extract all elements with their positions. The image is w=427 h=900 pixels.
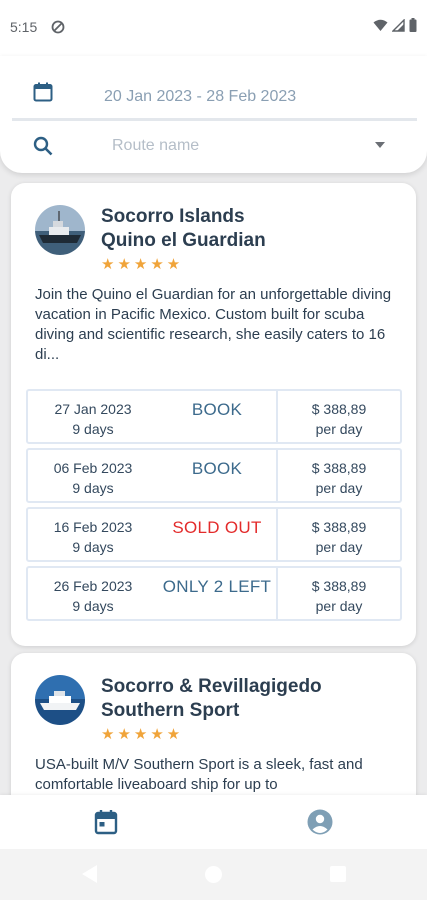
trip-title-line: Quino el Guardian	[101, 230, 266, 251]
price: $ 388,89	[311, 401, 367, 417]
star-rating: ★★★★★	[101, 256, 184, 273]
price: $ 388,89	[311, 578, 367, 594]
departure-date-cell: 16 Feb 2023 9 days	[28, 517, 158, 557]
departure-duration: 9 days	[72, 480, 114, 496]
departure-date: 26 Feb 2023	[53, 578, 133, 594]
price-cell: $ 388,89 per day	[276, 568, 400, 619]
status-time: 5:15	[10, 19, 38, 35]
search-divider	[12, 118, 417, 121]
battery-icon	[409, 18, 417, 32]
departure-date: 27 Jan 2023	[54, 401, 132, 417]
price: $ 388,89	[311, 519, 367, 535]
dnd-icon	[51, 20, 65, 34]
trip-title: Socorro Islands Quino el Guardian	[101, 205, 401, 253]
only-left-button[interactable]: ONLY 2 LEFT	[158, 576, 276, 598]
account-icon[interactable]	[307, 809, 333, 835]
departure-row[interactable]: 26 Feb 2023 9 days ONLY 2 LEFT $ 388,89 …	[26, 566, 402, 621]
departure-date: 06 Feb 2023	[53, 460, 133, 476]
date-range-field[interactable]: 20 Jan 2023 - 28 Feb 2023	[0, 76, 427, 118]
departure-row[interactable]: 06 Feb 2023 9 days BOOK $ 388,89 per day	[26, 448, 402, 503]
price: $ 388,89	[311, 460, 367, 476]
book-button[interactable]: BOOK	[158, 399, 276, 421]
departure-date-cell: 26 Feb 2023 9 days	[28, 576, 158, 616]
search-icon	[33, 136, 53, 156]
sold-out-status: SOLD OUT	[172, 518, 262, 537]
book-button[interactable]: BOOK	[158, 458, 276, 480]
departure-duration: 9 days	[72, 421, 114, 437]
status-icons	[373, 18, 417, 32]
signal-icon	[392, 18, 405, 32]
trip-title-line: Socorro & Revillagigedo	[101, 676, 322, 697]
boat-avatar	[35, 675, 85, 725]
price-unit: per day	[315, 421, 363, 437]
departure-duration: 9 days	[72, 539, 114, 555]
trip-title-line: Southern Sport	[101, 700, 240, 721]
trip-title: Socorro & Revillagigedo Southern Sport	[101, 675, 401, 723]
departure-row[interactable]: 27 Jan 2023 9 days BOOK $ 388,89 per day	[26, 389, 402, 444]
departure-date: 16 Feb 2023	[53, 519, 133, 535]
price-unit: per day	[315, 480, 363, 496]
route-name-input[interactable]	[112, 132, 352, 160]
route-field[interactable]	[0, 130, 427, 162]
boat-avatar	[35, 205, 85, 255]
price-cell: $ 388,89 per day	[276, 391, 400, 442]
trip-description: USA-built M/V Southern Sport is a sleek,…	[35, 756, 363, 793]
recents-icon[interactable]	[330, 866, 346, 882]
departures-list: 27 Jan 2023 9 days BOOK $ 388,89 per day…	[26, 389, 402, 625]
trip-title-line: Socorro Islands	[101, 206, 245, 227]
status-bar: 5:15	[0, 0, 427, 56]
price-cell: $ 388,89 per day	[276, 450, 400, 501]
price-unit: per day	[315, 598, 363, 614]
departure-duration: 9 days	[72, 598, 114, 614]
departure-row[interactable]: 16 Feb 2023 9 days SOLD OUT $ 388,89 per…	[26, 507, 402, 562]
chevron-down-icon[interactable]	[375, 142, 385, 148]
star-rating: ★★★★★	[101, 726, 184, 743]
calendar-icon[interactable]	[94, 809, 118, 835]
back-icon[interactable]	[82, 865, 98, 883]
price-cell: $ 388,89 per day	[276, 509, 400, 560]
wifi-icon	[373, 19, 388, 31]
trip-description: Join the Quino el Guardian for an unforg…	[35, 286, 392, 363]
calendar-icon[interactable]	[33, 82, 53, 102]
home-icon[interactable]	[205, 866, 222, 883]
trip-card[interactable]: Socorro Islands Quino el Guardian ★★★★★ …	[11, 183, 416, 646]
departure-date-cell: 27 Jan 2023 9 days	[28, 399, 158, 439]
departure-date-cell: 06 Feb 2023 9 days	[28, 458, 158, 498]
price-unit: per day	[315, 539, 363, 555]
system-nav-bar	[0, 849, 427, 900]
bottom-nav	[0, 795, 427, 849]
search-panel: 20 Jan 2023 - 28 Feb 2023	[0, 56, 427, 173]
date-range-text[interactable]: 20 Jan 2023 - 28 Feb 2023	[104, 88, 296, 106]
